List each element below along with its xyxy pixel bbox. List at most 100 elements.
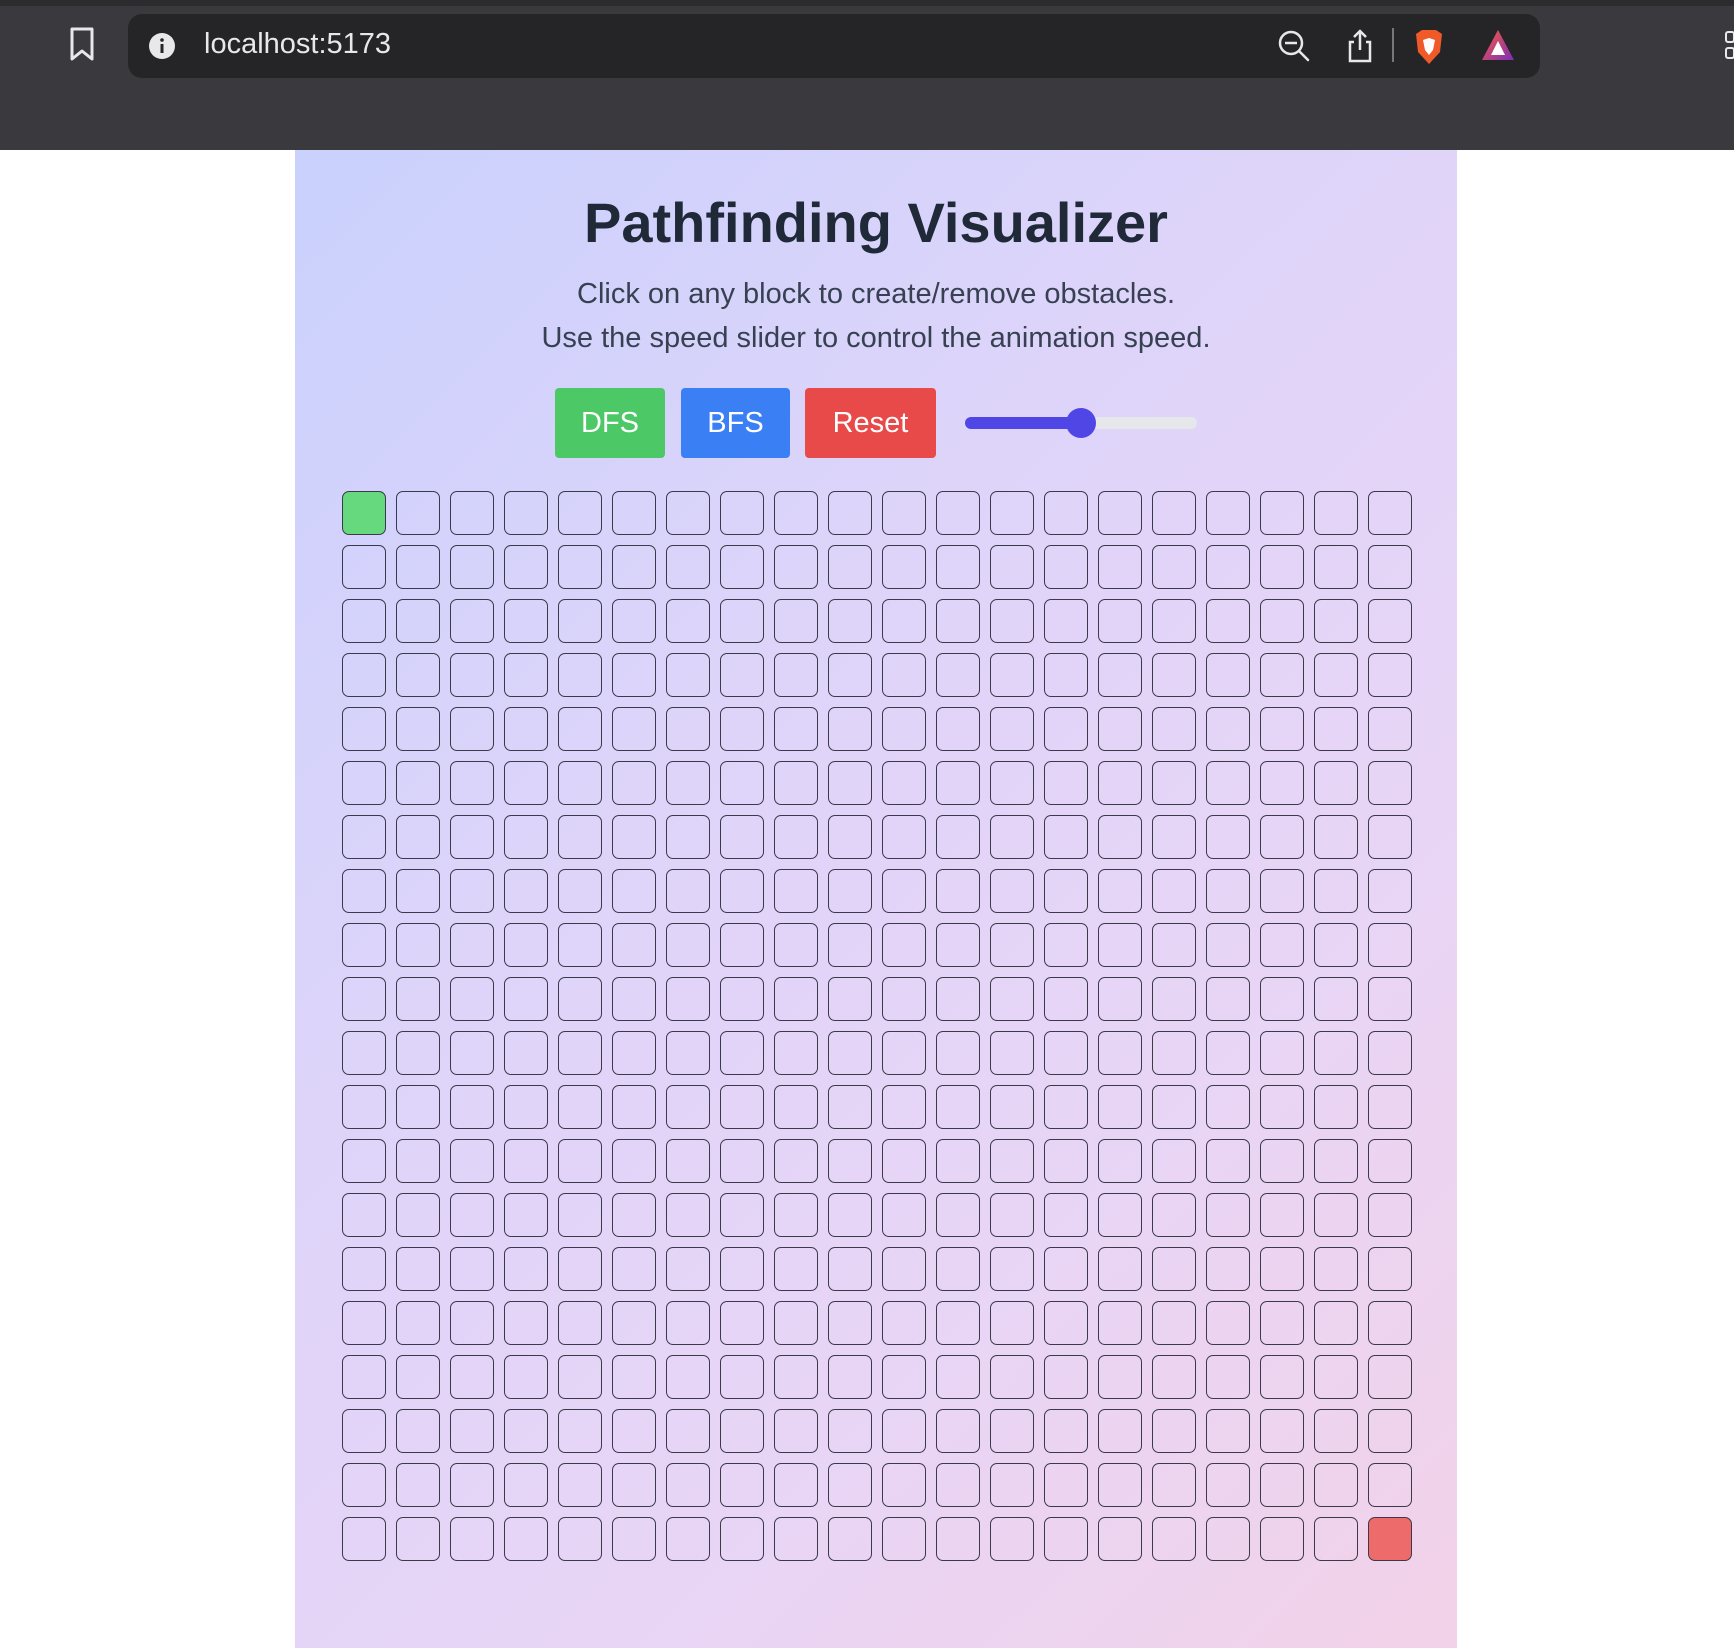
grid-cell[interactable] [1314, 1463, 1358, 1507]
grid-cell[interactable] [666, 977, 710, 1021]
grid-cell[interactable] [774, 1517, 818, 1561]
dfs-button[interactable]: DFS [555, 388, 665, 458]
grid-cell[interactable] [720, 1031, 764, 1075]
grid-cell[interactable] [1044, 707, 1088, 751]
grid-cell[interactable] [774, 653, 818, 697]
grid-cell[interactable] [612, 1517, 656, 1561]
speed-slider[interactable] [965, 408, 1197, 438]
grid-cell[interactable] [1098, 815, 1142, 859]
grid-cell[interactable] [828, 815, 872, 859]
grid-cell[interactable] [1260, 1355, 1304, 1399]
share-icon[interactable] [1344, 28, 1376, 64]
grid-cell[interactable] [1260, 1031, 1304, 1075]
grid-cell[interactable] [450, 1355, 494, 1399]
grid-cell[interactable] [450, 1193, 494, 1237]
grid-cell[interactable] [990, 977, 1034, 1021]
grid-cell[interactable] [882, 1247, 926, 1291]
grid-cell[interactable] [558, 707, 602, 751]
grid-cell[interactable] [882, 923, 926, 967]
grid-cell[interactable] [612, 1301, 656, 1345]
grid-cell[interactable] [342, 1463, 386, 1507]
grid-cell[interactable] [882, 1085, 926, 1129]
grid-cell[interactable] [774, 1355, 818, 1399]
grid-cell[interactable] [774, 545, 818, 589]
grid-cell[interactable] [558, 1085, 602, 1129]
grid-cell[interactable] [558, 1193, 602, 1237]
grid-cell[interactable] [1206, 1031, 1250, 1075]
grid-cell[interactable] [1044, 1463, 1088, 1507]
grid-cell[interactable] [936, 653, 980, 697]
grid-cell[interactable] [936, 1355, 980, 1399]
grid-cell[interactable] [828, 707, 872, 751]
grid-cell[interactable] [504, 923, 548, 967]
grid-cell[interactable] [666, 653, 710, 697]
end-cell[interactable] [1368, 1517, 1412, 1561]
grid-cell[interactable] [450, 761, 494, 805]
grid-cell[interactable] [396, 491, 440, 535]
grid-cell[interactable] [396, 1409, 440, 1453]
grid-cell[interactable] [936, 1085, 980, 1129]
grid-cell[interactable] [342, 1031, 386, 1075]
grid-cell[interactable] [720, 545, 764, 589]
grid-cell[interactable] [504, 1031, 548, 1075]
grid-cell[interactable] [1152, 1301, 1196, 1345]
grid-cell[interactable] [1206, 761, 1250, 805]
grid-cell[interactable] [1260, 1193, 1304, 1237]
grid-cell[interactable] [342, 1355, 386, 1399]
bookmark-icon[interactable] [68, 26, 96, 62]
grid-cell[interactable] [558, 923, 602, 967]
grid-cell[interactable] [1098, 1031, 1142, 1075]
grid-cell[interactable] [504, 869, 548, 913]
grid-cell[interactable] [1152, 869, 1196, 913]
grid-cell[interactable] [828, 1085, 872, 1129]
grid-cell[interactable] [612, 1247, 656, 1291]
grid-cell[interactable] [1368, 1139, 1412, 1183]
grid-cell[interactable] [882, 1301, 926, 1345]
grid-cell[interactable] [1152, 545, 1196, 589]
url-text[interactable]: localhost:5173 [204, 28, 391, 61]
grid-cell[interactable] [720, 977, 764, 1021]
grid-cell[interactable] [504, 1247, 548, 1291]
grid-cell[interactable] [1260, 1139, 1304, 1183]
grid-cell[interactable] [990, 1409, 1034, 1453]
grid-cell[interactable] [342, 1193, 386, 1237]
grid-cell[interactable] [882, 1409, 926, 1453]
grid-cell[interactable] [1206, 707, 1250, 751]
grid-cell[interactable] [774, 815, 818, 859]
grid-cell[interactable] [1098, 1301, 1142, 1345]
grid-cell[interactable] [1206, 977, 1250, 1021]
grid-cell[interactable] [990, 1301, 1034, 1345]
grid-cell[interactable] [1098, 707, 1142, 751]
grid-cell[interactable] [990, 491, 1034, 535]
grid-cell[interactable] [342, 1517, 386, 1561]
grid-cell[interactable] [720, 1517, 764, 1561]
grid-cell[interactable] [1152, 1193, 1196, 1237]
grid-cell[interactable] [1152, 815, 1196, 859]
grid-cell[interactable] [1098, 1409, 1142, 1453]
grid-cell[interactable] [774, 599, 818, 643]
grid-cell[interactable] [1044, 653, 1088, 697]
grid-cell[interactable] [1314, 707, 1358, 751]
grid-cell[interactable] [990, 1085, 1034, 1129]
grid-cell[interactable] [450, 923, 494, 967]
grid-cell[interactable] [504, 1193, 548, 1237]
grid-cell[interactable] [1260, 599, 1304, 643]
grid-cell[interactable] [504, 491, 548, 535]
grid-cell[interactable] [1314, 1517, 1358, 1561]
grid-cell[interactable] [450, 1517, 494, 1561]
grid-cell[interactable] [1368, 653, 1412, 697]
grid-cell[interactable] [1206, 545, 1250, 589]
grid-cell[interactable] [342, 1139, 386, 1183]
grid-cell[interactable] [396, 1085, 440, 1129]
grid-cell[interactable] [666, 1247, 710, 1291]
grid-cell[interactable] [936, 977, 980, 1021]
grid-cell[interactable] [1314, 545, 1358, 589]
grid-cell[interactable] [1314, 1355, 1358, 1399]
grid-cell[interactable] [1260, 653, 1304, 697]
grid-cell[interactable] [504, 761, 548, 805]
grid-cell[interactable] [1152, 707, 1196, 751]
grid-cell[interactable] [1044, 1085, 1088, 1129]
grid-cell[interactable] [1368, 869, 1412, 913]
grid-cell[interactable] [1260, 1247, 1304, 1291]
grid-cell[interactable] [1314, 1301, 1358, 1345]
